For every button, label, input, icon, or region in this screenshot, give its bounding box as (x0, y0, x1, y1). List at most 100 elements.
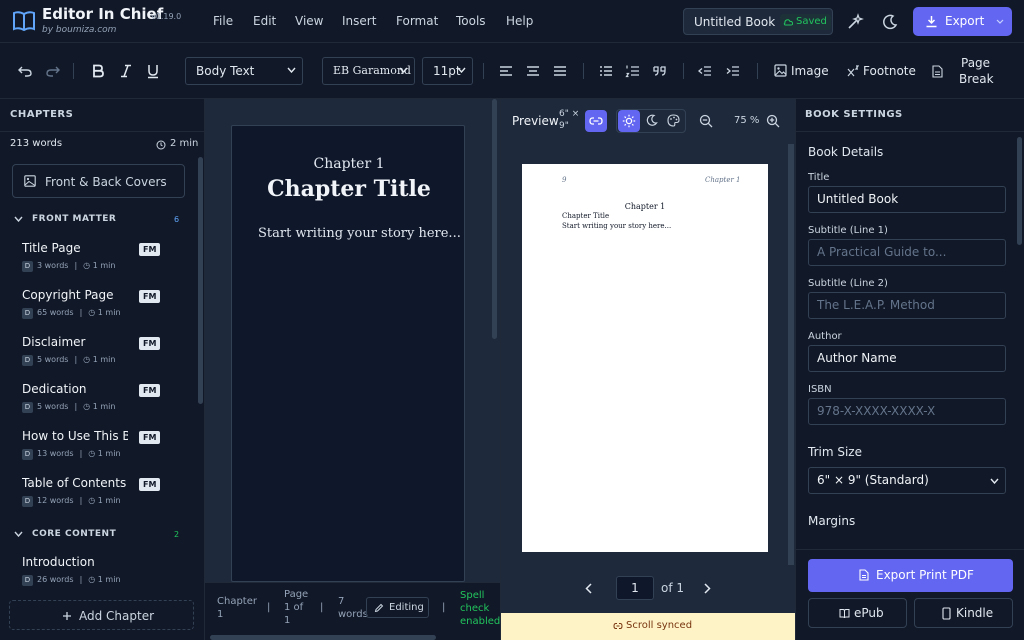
export-kindle-button[interactable]: Kindle (914, 598, 1013, 628)
menu-file[interactable]: File (213, 14, 233, 28)
align-left-icon[interactable] (498, 63, 514, 79)
chapter-time: 1 min (97, 575, 121, 584)
outdent-icon[interactable] (697, 63, 713, 79)
add-chapter-label: Add Chapter (79, 609, 155, 623)
moon-icon[interactable] (645, 114, 658, 127)
paragraph-style-value: Body Text (196, 64, 255, 78)
page-break-label-line2: Break (959, 72, 994, 86)
zoom-in-icon[interactable] (766, 114, 780, 128)
chevron-right-icon[interactable] (704, 583, 711, 594)
add-chapter-button[interactable]: Add Chapter (9, 600, 194, 630)
menu-edit[interactable]: Edit (253, 14, 276, 28)
preview-page: 9 Chapter 1 Chapter 1 Chapter Title Star… (522, 164, 768, 552)
title-input[interactable]: Untitled Book (808, 186, 1006, 213)
chapter-item[interactable]: Dedication FM D 5 words | ◷ 1 min (0, 382, 196, 428)
chapter-item[interactable]: Copyright Page FM D 65 words | ◷ 1 min (0, 288, 196, 334)
chapter-body-text[interactable]: Start writing your story here... (258, 226, 461, 241)
menu-insert[interactable]: Insert (342, 14, 376, 28)
subtitle2-label: Subtitle (Line 2) (808, 278, 888, 289)
insert-footnote-button[interactable]: Footnote (847, 59, 917, 83)
author-input[interactable]: Author Name (808, 345, 1006, 372)
font-select[interactable]: EB Garamond (322, 57, 415, 85)
subtitle1-input[interactable]: A Practical Guide to... (808, 239, 1006, 266)
menu-help[interactable]: Help (506, 14, 533, 28)
editing-mode-button[interactable]: Editing (366, 597, 429, 618)
italic-icon[interactable] (118, 63, 134, 79)
chevron-down-icon[interactable] (14, 216, 23, 222)
document-title-pill[interactable]: Untitled Book Saved (683, 8, 833, 35)
numbered-list-icon[interactable] (625, 63, 641, 79)
menu-tools[interactable]: Tools (456, 14, 486, 28)
preview-scrollbar[interactable] (788, 144, 794, 565)
front-matter-section[interactable]: FRONT MATTER (32, 214, 116, 224)
moon-icon[interactable] (881, 13, 899, 31)
zoom-out-icon[interactable] (699, 114, 713, 128)
chapter-item[interactable]: Table of Contents FM D 12 words | ◷ 1 min (0, 476, 196, 522)
chapter-title: Introduction (22, 555, 95, 569)
insert-image-button[interactable]: Image (774, 59, 834, 83)
chapter-label[interactable]: Chapter 1 (232, 156, 466, 172)
chapter-time: 1 min (97, 496, 121, 505)
chapter-time: 1 min (92, 261, 116, 270)
undo-icon[interactable] (17, 63, 33, 79)
bold-icon[interactable] (90, 63, 106, 79)
scroll-sync-label: Scroll synced (626, 620, 693, 631)
light-theme-button[interactable] (618, 110, 640, 132)
isbn-label: ISBN (808, 384, 832, 395)
status-page-line2: 1 of (284, 602, 304, 613)
spell-check-line2: check (460, 603, 490, 614)
chapter-item[interactable]: How to Use This Bo FM D 13 words | ◷ 1 min (0, 429, 196, 475)
superscript-icon (847, 65, 859, 77)
front-matter-badge: FM (139, 290, 161, 303)
redo-icon[interactable] (45, 63, 61, 79)
chapter-item[interactable]: Title Page FM D 3 words | ◷ 1 min (0, 241, 196, 287)
bullet-list-icon[interactable] (598, 63, 614, 79)
chapter-item[interactable]: Disclaimer FM D 5 words | ◷ 1 min (0, 335, 196, 381)
sidebar-scrollbar[interactable] (198, 157, 203, 404)
author-label: Author (808, 331, 842, 342)
sync-scroll-toggle[interactable] (585, 110, 607, 132)
covers-button[interactable]: Front & Back Covers (12, 164, 185, 198)
chevron-left-icon[interactable] (585, 583, 592, 594)
top-bar: Editor In Chief v0.19.0 by boumiza.com F… (0, 0, 1024, 43)
export-epub-button[interactable]: ePub (808, 598, 907, 628)
chapter-heading[interactable]: Chapter Title (232, 176, 466, 202)
editor-page[interactable]: Chapter 1 Chapter Title Start writing yo… (231, 125, 465, 582)
status-separator: | (267, 602, 271, 613)
settings-scrollbar[interactable] (1017, 137, 1022, 245)
editor-scrollbar[interactable] (492, 99, 497, 339)
meta-separator: | (79, 575, 83, 584)
chevron-down-icon[interactable] (14, 531, 23, 537)
export-button[interactable]: Export (913, 7, 1012, 36)
indent-icon[interactable] (725, 63, 741, 79)
front-matter-count: 6 (174, 215, 180, 224)
link-icon (613, 623, 623, 629)
menu-format[interactable]: Format (396, 14, 438, 28)
clock-icon: ◷ (88, 308, 98, 317)
font-size-select[interactable]: 11pt (422, 57, 473, 85)
align-center-icon[interactable] (525, 63, 541, 79)
palette-icon[interactable] (667, 114, 680, 127)
align-justify-icon[interactable] (552, 63, 568, 79)
status-page-line3: 1 (284, 615, 291, 626)
quote-icon[interactable] (652, 63, 668, 79)
chapter-item[interactable]: Introduction D 26 words | ◷ 1 min (0, 555, 196, 601)
page-number-input[interactable]: 1 (616, 576, 654, 600)
isbn-input[interactable]: 978-X-XXXX-XXXX-X (808, 398, 1006, 425)
document-icon (859, 569, 869, 581)
menu-view[interactable]: View (295, 14, 323, 28)
page-break-button[interactable]: Page Break (932, 53, 1002, 89)
subtitle2-input[interactable]: The L.E.A.P. Method (808, 292, 1006, 319)
status-page: Page 1 of 1 (284, 588, 308, 627)
paragraph-style-select[interactable]: Body Text (185, 57, 303, 85)
editor-horizontal-scrollbar[interactable] (210, 635, 436, 640)
underline-icon[interactable] (145, 63, 161, 79)
export-print-pdf-button[interactable]: Export Print PDF (808, 559, 1013, 592)
core-content-section[interactable]: CORE CONTENT (32, 529, 116, 539)
doc-type-badge: D (22, 402, 33, 413)
magic-wand-icon[interactable] (846, 13, 864, 31)
trim-size-select[interactable]: 6" × 9" (Standard) (808, 467, 1006, 494)
chapter-title: Dedication (22, 382, 87, 396)
preview-trim-size: 6" × 9" (559, 108, 581, 132)
save-status-label: Saved (796, 16, 827, 27)
